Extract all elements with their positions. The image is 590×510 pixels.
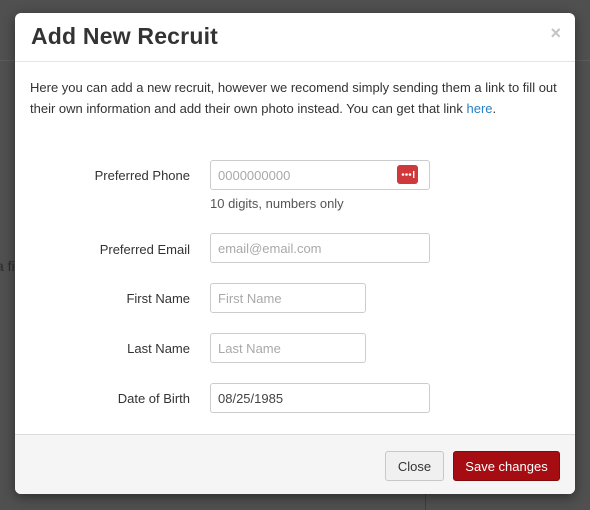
modal-title: Add New Recruit	[31, 23, 219, 49]
save-changes-button[interactable]: Save changes	[453, 451, 560, 481]
first-name-label: First Name	[126, 291, 190, 306]
first-name-field[interactable]	[210, 283, 366, 313]
intro-text: Here you can add a new recruit, however …	[30, 78, 560, 119]
recruit-link[interactable]: here	[467, 101, 493, 116]
dob-field[interactable]	[210, 383, 430, 413]
close-button[interactable]: Close	[385, 451, 444, 481]
close-icon[interactable]: ×	[550, 24, 561, 42]
email-label: Preferred Email	[99, 242, 190, 257]
password-keychain-icon[interactable]	[397, 165, 418, 184]
add-recruit-modal: Add New Recruit × Here you can add a new…	[15, 13, 575, 494]
last-name-label: Last Name	[127, 341, 190, 356]
modal-footer: Close Save changes	[15, 434, 575, 494]
backdrop-text-fragment: a fi	[0, 258, 15, 274]
last-name-field[interactable]	[210, 333, 366, 363]
phone-help-text: 10 digits, numbers only	[210, 196, 344, 211]
dob-label: Date of Birth	[117, 391, 190, 406]
email-field[interactable]	[210, 233, 430, 263]
intro-text-end: .	[492, 100, 497, 116]
phone-label: Preferred Phone	[94, 168, 190, 183]
modal-header: Add New Recruit ×	[15, 13, 575, 62]
